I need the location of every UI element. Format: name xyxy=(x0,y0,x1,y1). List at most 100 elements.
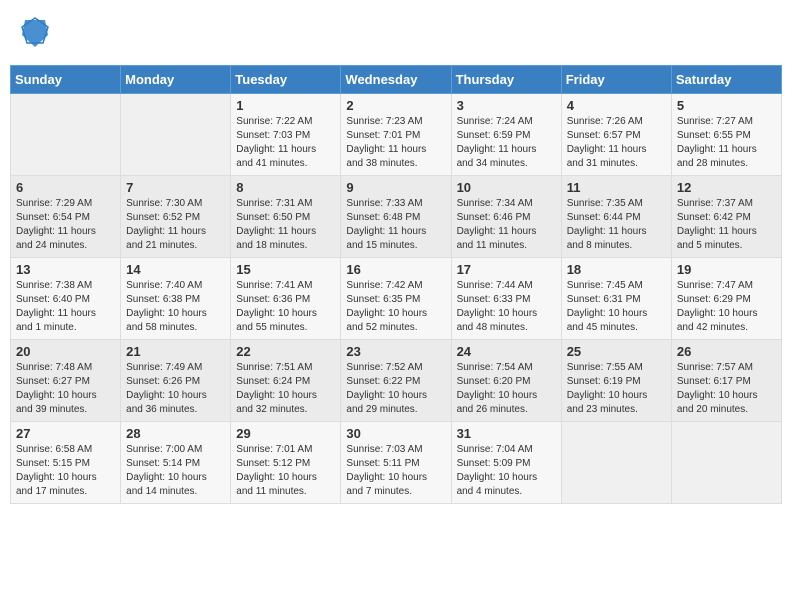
day-info: Sunrise: 7:52 AM Sunset: 6:22 PM Dayligh… xyxy=(346,361,445,417)
day-number: 6 xyxy=(16,180,115,195)
day-number: 26 xyxy=(677,344,776,359)
calendar-cell: 24Sunrise: 7:54 AM Sunset: 6:20 PM Dayli… xyxy=(451,340,561,422)
day-number: 3 xyxy=(457,98,556,113)
calendar-cell: 19 Sunrise: 7:47 AM Sunset: 6:29 PM Dayli… xyxy=(671,258,781,340)
day-info: Sunrise: 7:30 AM Sunset: 6:52 PM Dayligh… xyxy=(126,197,225,253)
calendar-cell: 28 Sunrise: 7:00 AM Sunset: 5:14 PM Dayli… xyxy=(121,422,231,504)
calendar-cell: 6Sunrise: 7:29 AM Sunset: 6:54 PM Daylig… xyxy=(11,176,121,258)
calendar-cell: 12Sunrise: 7:37 AM Sunset: 6:42 PM Dayli… xyxy=(671,176,781,258)
calendar-cell: 11 Sunrise: 7:35 AM Sunset: 6:44 PM Dayli… xyxy=(561,176,671,258)
calendar-table: SundayMondayTuesdayWednesdayThursdayFrid… xyxy=(10,65,782,504)
calendar-week-3: 13 Sunrise: 7:38 AM Sunset: 6:40 PM Dayli… xyxy=(11,258,782,340)
calendar-cell: 8 Sunrise: 7:31 AM Sunset: 6:50 PM Daylig… xyxy=(231,176,341,258)
day-info: Sunrise: 7:57 AM Sunset: 6:17 PM Dayligh… xyxy=(677,361,776,417)
calendar-cell xyxy=(671,422,781,504)
page-header xyxy=(10,10,782,55)
day-number: 17 xyxy=(457,262,556,277)
day-number: 16 xyxy=(346,262,445,277)
day-info: Sunrise: 7:03 AM Sunset: 5:11 PM Dayligh… xyxy=(346,443,445,499)
logo xyxy=(20,15,54,50)
day-number: 11 xyxy=(567,180,666,195)
day-info: Sunrise: 7:23 AM Sunset: 7:01 PM Dayligh… xyxy=(346,115,445,171)
day-info: Sunrise: 7:40 AM Sunset: 6:38 PM Dayligh… xyxy=(126,279,225,335)
calendar-cell: 7 Sunrise: 7:30 AM Sunset: 6:52 PM Daylig… xyxy=(121,176,231,258)
day-number: 21 xyxy=(126,344,225,359)
day-info: Sunrise: 7:22 AM Sunset: 7:03 PM Dayligh… xyxy=(236,115,335,171)
calendar-cell: 17 Sunrise: 7:44 AM Sunset: 6:33 PM Dayli… xyxy=(451,258,561,340)
header-tuesday: Tuesday xyxy=(231,66,341,94)
day-info: Sunrise: 7:04 AM Sunset: 5:09 PM Dayligh… xyxy=(457,443,556,499)
day-number: 2 xyxy=(346,98,445,113)
day-info: Sunrise: 6:58 AM Sunset: 5:15 PM Dayligh… xyxy=(16,443,115,499)
calendar-cell: 23Sunrise: 7:52 AM Sunset: 6:22 PM Dayli… xyxy=(341,340,451,422)
calendar-cell xyxy=(561,422,671,504)
header-wednesday: Wednesday xyxy=(341,66,451,94)
day-info: Sunrise: 7:45 AM Sunset: 6:31 PM Dayligh… xyxy=(567,279,666,335)
calendar-cell: 29 Sunrise: 7:01 AM Sunset: 5:12 PM Dayli… xyxy=(231,422,341,504)
calendar-week-2: 6Sunrise: 7:29 AM Sunset: 6:54 PM Daylig… xyxy=(11,176,782,258)
day-info: Sunrise: 7:44 AM Sunset: 6:33 PM Dayligh… xyxy=(457,279,556,335)
header-monday: Monday xyxy=(121,66,231,94)
calendar-cell: 4Sunrise: 7:26 AM Sunset: 6:57 PM Daylig… xyxy=(561,94,671,176)
day-info: Sunrise: 7:34 AM Sunset: 6:46 PM Dayligh… xyxy=(457,197,556,253)
calendar-cell: 26 Sunrise: 7:57 AM Sunset: 6:17 PM Dayli… xyxy=(671,340,781,422)
day-number: 19 xyxy=(677,262,776,277)
day-info: Sunrise: 7:49 AM Sunset: 6:26 PM Dayligh… xyxy=(126,361,225,417)
day-info: Sunrise: 7:24 AM Sunset: 6:59 PM Dayligh… xyxy=(457,115,556,171)
day-info: Sunrise: 7:37 AM Sunset: 6:42 PM Dayligh… xyxy=(677,197,776,253)
day-number: 18 xyxy=(567,262,666,277)
day-info: Sunrise: 7:35 AM Sunset: 6:44 PM Dayligh… xyxy=(567,197,666,253)
calendar-cell: 30 Sunrise: 7:03 AM Sunset: 5:11 PM Dayli… xyxy=(341,422,451,504)
calendar-cell: 31 Sunrise: 7:04 AM Sunset: 5:09 PM Dayli… xyxy=(451,422,561,504)
day-number: 13 xyxy=(16,262,115,277)
day-info: Sunrise: 7:38 AM Sunset: 6:40 PM Dayligh… xyxy=(16,279,115,335)
day-number: 7 xyxy=(126,180,225,195)
day-number: 1 xyxy=(236,98,335,113)
calendar-week-5: 27 Sunrise: 6:58 AM Sunset: 5:15 PM Dayli… xyxy=(11,422,782,504)
day-info: Sunrise: 7:51 AM Sunset: 6:24 PM Dayligh… xyxy=(236,361,335,417)
day-info: Sunrise: 7:55 AM Sunset: 6:19 PM Dayligh… xyxy=(567,361,666,417)
day-number: 27 xyxy=(16,426,115,441)
calendar-cell xyxy=(121,94,231,176)
calendar-cell: 22 Sunrise: 7:51 AM Sunset: 6:24 PM Dayli… xyxy=(231,340,341,422)
day-info: Sunrise: 7:27 AM Sunset: 6:55 PM Dayligh… xyxy=(677,115,776,171)
day-number: 9 xyxy=(346,180,445,195)
day-info: Sunrise: 7:00 AM Sunset: 5:14 PM Dayligh… xyxy=(126,443,225,499)
calendar-week-1: 1 Sunrise: 7:22 AM Sunset: 7:03 PM Daylig… xyxy=(11,94,782,176)
calendar-cell: 18 Sunrise: 7:45 AM Sunset: 6:31 PM Dayli… xyxy=(561,258,671,340)
day-number: 22 xyxy=(236,344,335,359)
day-number: 14 xyxy=(126,262,225,277)
calendar-cell: 9 Sunrise: 7:33 AM Sunset: 6:48 PM Daylig… xyxy=(341,176,451,258)
header-thursday: Thursday xyxy=(451,66,561,94)
day-info: Sunrise: 7:33 AM Sunset: 6:48 PM Dayligh… xyxy=(346,197,445,253)
calendar-cell: 2 Sunrise: 7:23 AM Sunset: 7:01 PM Daylig… xyxy=(341,94,451,176)
calendar-cell: 20Sunrise: 7:48 AM Sunset: 6:27 PM Dayli… xyxy=(11,340,121,422)
day-number: 31 xyxy=(457,426,556,441)
day-info: Sunrise: 7:26 AM Sunset: 6:57 PM Dayligh… xyxy=(567,115,666,171)
calendar-cell: 10Sunrise: 7:34 AM Sunset: 6:46 PM Dayli… xyxy=(451,176,561,258)
day-number: 25 xyxy=(567,344,666,359)
calendar-cell: 13 Sunrise: 7:38 AM Sunset: 6:40 PM Dayli… xyxy=(11,258,121,340)
day-info: Sunrise: 7:01 AM Sunset: 5:12 PM Dayligh… xyxy=(236,443,335,499)
header-sunday: Sunday xyxy=(11,66,121,94)
day-number: 30 xyxy=(346,426,445,441)
day-info: Sunrise: 7:47 AM Sunset: 6:29 PM Dayligh… xyxy=(677,279,776,335)
day-info: Sunrise: 7:42 AM Sunset: 6:35 PM Dayligh… xyxy=(346,279,445,335)
day-info: Sunrise: 7:48 AM Sunset: 6:27 PM Dayligh… xyxy=(16,361,115,417)
calendar-cell: 5Sunrise: 7:27 AM Sunset: 6:55 PM Daylig… xyxy=(671,94,781,176)
header-friday: Friday xyxy=(561,66,671,94)
day-info: Sunrise: 7:31 AM Sunset: 6:50 PM Dayligh… xyxy=(236,197,335,253)
day-info: Sunrise: 7:41 AM Sunset: 6:36 PM Dayligh… xyxy=(236,279,335,335)
calendar-cell: 3 Sunrise: 7:24 AM Sunset: 6:59 PM Daylig… xyxy=(451,94,561,176)
calendar-week-4: 20Sunrise: 7:48 AM Sunset: 6:27 PM Dayli… xyxy=(11,340,782,422)
calendar-cell: 21 Sunrise: 7:49 AM Sunset: 6:26 PM Dayli… xyxy=(121,340,231,422)
calendar-cell: 16 Sunrise: 7:42 AM Sunset: 6:35 PM Dayli… xyxy=(341,258,451,340)
calendar-cell xyxy=(11,94,121,176)
calendar-cell: 25 Sunrise: 7:55 AM Sunset: 6:19 PM Dayli… xyxy=(561,340,671,422)
day-number: 8 xyxy=(236,180,335,195)
day-number: 28 xyxy=(126,426,225,441)
day-number: 15 xyxy=(236,262,335,277)
calendar-cell: 1 Sunrise: 7:22 AM Sunset: 7:03 PM Daylig… xyxy=(231,94,341,176)
calendar-cell: 14 Sunrise: 7:40 AM Sunset: 6:38 PM Dayli… xyxy=(121,258,231,340)
day-number: 29 xyxy=(236,426,335,441)
